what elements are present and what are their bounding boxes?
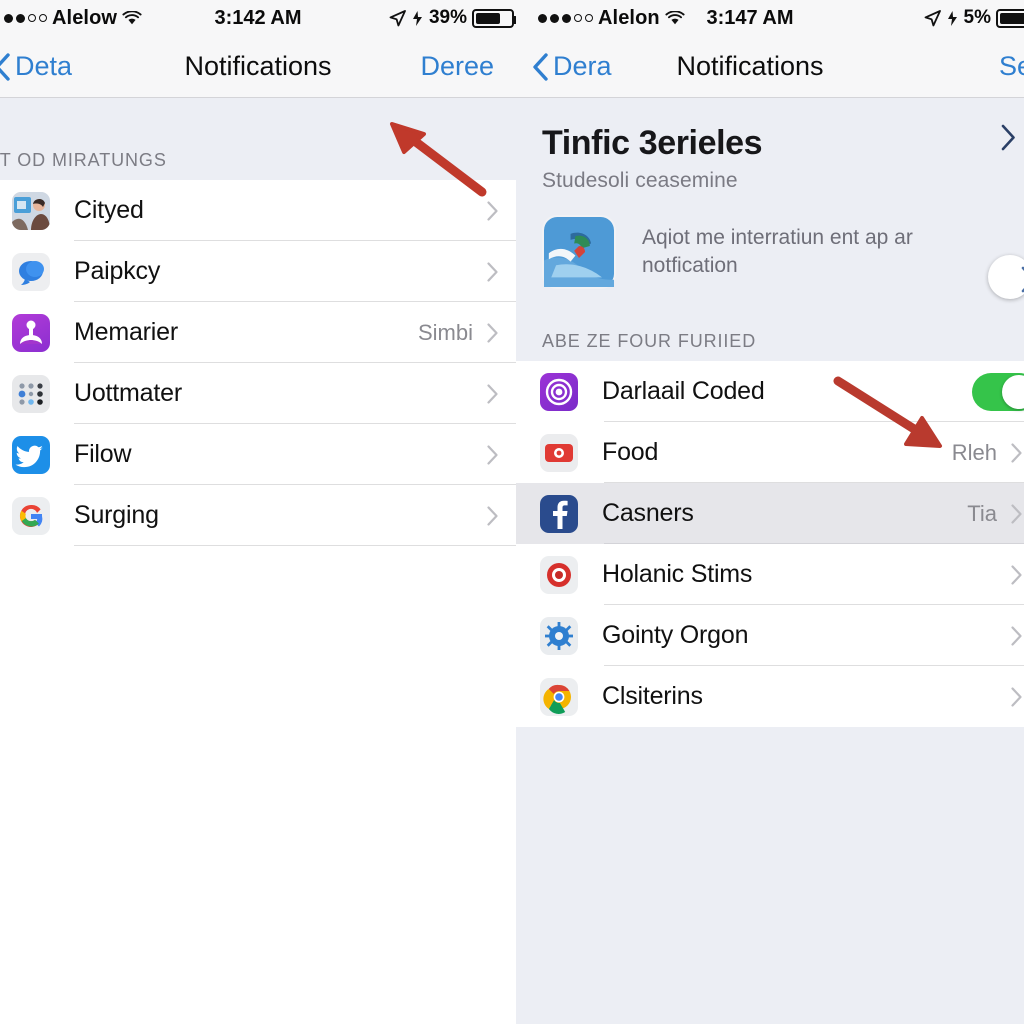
grid-app-icon [12,374,50,413]
signal-strength-icon [538,13,593,23]
left-status-right: 39% [389,7,516,29]
row-label: Uottmater [74,379,182,407]
table-row[interactable]: Casners Tia [516,483,1024,544]
right-nav-bar: Dera Notifications Sei [516,36,1024,98]
row-label: Holanic Stims [602,560,753,588]
hero-card-toggle[interactable] [988,255,1024,299]
chevron-right-icon [1011,686,1022,707]
table-row[interactable]: Surging [0,485,516,546]
chevron-left-icon [0,52,11,81]
battery-percent-label: 5% [963,7,991,28]
row-label: Food [602,438,659,466]
nav-right-button[interactable]: Sei [999,51,1024,82]
instagram-app-icon [540,372,578,411]
section-header-left: IIT OD MIRATUNGS [0,98,516,180]
chevron-right-icon [487,383,498,404]
hero-header[interactable]: Tinfic 3erieles Studesoli ceasemine [516,124,1024,193]
row-label: Gointy Orgon [602,621,749,649]
row-label: Filow [74,440,132,468]
row-label: Clsiterins [602,682,703,710]
table-row[interactable]: Cityed [0,180,516,241]
alarm-icon [946,10,959,27]
back-button-label: Deta [15,51,73,81]
table-row[interactable]: Memarier Simbi [0,302,516,363]
back-button[interactable]: Dera [516,51,612,82]
messages-app-icon [12,252,50,291]
photos-app-icon [12,191,50,230]
right-status-bar: Alelon 3:147 AM 5% [516,0,1024,36]
left-settings-list: Cityed Paipkcy Memarier Simbi Uottmater … [0,180,516,546]
row-label: Paipkcy [74,257,161,285]
chevron-right-icon [487,505,498,526]
hero-subtitle: Studesoli ceasemine [542,169,738,192]
hero-card[interactable]: Aqiot me interratiun ent ap ar notficati… [516,193,1024,315]
hero-section: Tinfic 3erieles Studesoli ceasemine Aqio… [516,98,1024,315]
left-nav-bar: Deta Notifications Deree [0,36,516,98]
right-settings-list: Darlaail Coded Food Rleh Casners Tia Hol… [516,361,1024,727]
carrier-name: Alelon [598,6,660,29]
chevron-right-icon [1011,564,1022,585]
battery-icon [996,8,1024,28]
twitter-app-icon [12,435,50,474]
podcast-app-icon [12,313,50,352]
dual-screenshot-container: Alelow 3:142 AM 39% Deta Notifications D… [0,0,1024,1024]
carrier-name: Alelow [52,6,118,29]
row-value: Tia [967,500,997,526]
youtube-app-icon [540,433,578,472]
table-row[interactable]: Paipkcy [0,241,516,302]
table-row[interactable]: Uottmater [0,363,516,424]
wifi-icon [665,10,685,26]
battery-icon [472,8,516,28]
back-button[interactable]: Deta [0,51,72,82]
alarm-icon [411,10,424,27]
chevron-right-icon [1011,625,1022,646]
left-status-bar: Alelow 3:142 AM 39% [0,0,516,36]
chevron-right-icon [487,200,498,221]
location-arrow-icon [389,9,406,27]
settings-app-icon [540,616,578,655]
chevron-right-icon [487,444,498,465]
hero-title: Tinfic 3erieles [542,124,763,162]
chrome-app-icon [540,677,578,716]
left-phone-screen: Alelow 3:142 AM 39% Deta Notifications D… [0,0,516,1024]
table-row[interactable]: Gointy Orgon [516,605,1024,666]
left-status-left: Alelow [0,7,142,30]
notification-toggle[interactable] [972,373,1024,411]
right-phone-screen: Alelon 3:147 AM 5% Dera Notifications S … [516,0,1024,1024]
list-bottom-filler [516,727,1024,967]
section-header-right: ABE ZE FOUR FURIIED [516,315,1024,361]
facebook-app-icon [540,494,578,533]
table-row[interactable]: Clsiterins [516,666,1024,727]
right-status-left: Alelon [516,7,685,30]
row-value: Rleh [951,439,997,465]
row-label: Cityed [74,196,144,224]
row-label: Darlaail Coded [602,377,765,405]
hero-card-text: Aqiot me interratiun ent ap ar notficati… [642,225,913,277]
chevron-right-icon [1001,124,1016,151]
wifi-icon [122,10,142,26]
maps-app-icon [542,215,616,289]
table-row[interactable]: Holanic Stims [516,544,1024,605]
location-arrow-icon [924,9,941,27]
chevron-left-icon [532,52,549,81]
row-label: Casners [602,499,694,527]
chevron-right-icon [487,261,498,282]
table-row[interactable]: Food Rleh [516,422,1024,483]
nav-right-button[interactable]: Deree [420,51,516,82]
signal-strength-icon [4,13,47,23]
battery-percent-label: 39% [428,7,467,28]
chevron-right-icon [1011,442,1022,463]
row-label: Memarier [74,318,178,346]
google-app-icon [12,496,50,535]
row-label: Surging [74,501,159,529]
back-button-label: Dera [553,51,612,81]
chevron-right-icon [1011,503,1022,524]
right-status-right: 5% [924,7,1024,29]
row-value: Simbi [417,319,473,345]
table-row[interactable]: Filow [0,424,516,485]
chevron-right-icon [487,322,498,343]
target-app-icon [540,555,578,594]
table-row[interactable]: Darlaail Coded [516,361,1024,422]
